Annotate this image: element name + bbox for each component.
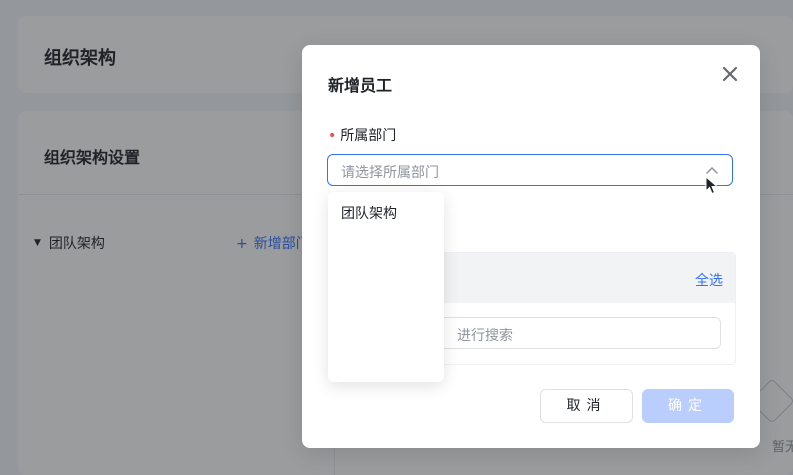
chevron-up-icon xyxy=(706,166,718,174)
confirm-button[interactable]: 确定 xyxy=(642,389,734,423)
required-mark: • xyxy=(328,128,337,144)
mouse-cursor-icon xyxy=(705,176,719,195)
cancel-button[interactable]: 取消 xyxy=(540,389,633,423)
department-dropdown: 团队架构 xyxy=(328,192,444,382)
department-select[interactable]: 请选择所属部门 xyxy=(327,154,733,186)
department-label-text: 所属部门 xyxy=(340,128,397,144)
search-placeholder: 进行搜索 xyxy=(457,328,513,344)
department-select-placeholder: 请选择所属部门 xyxy=(341,165,439,181)
dropdown-option-team[interactable]: 团队架构 xyxy=(328,198,444,230)
department-field-label: • 所属部门 xyxy=(328,125,396,145)
select-all-button[interactable]: 全选 xyxy=(695,270,723,290)
modal-title: 新增员工 xyxy=(328,76,393,95)
close-icon[interactable] xyxy=(721,65,739,83)
